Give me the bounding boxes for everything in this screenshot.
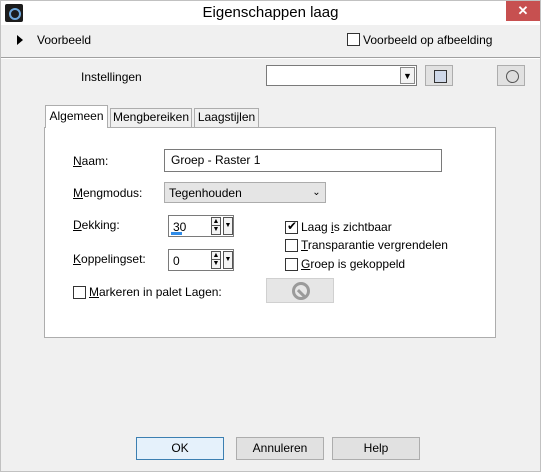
close-button[interactable]: ✕ xyxy=(506,1,540,21)
settings-dropdown[interactable]: ▼ xyxy=(266,65,417,86)
name-input[interactable]: Groep - Raster 1 xyxy=(164,149,442,172)
blend-mode-dropdown[interactable]: Tegenhouden ⌄ xyxy=(164,182,326,203)
link-set-stepper[interactable]: 0 ▲ ▼ ▼ xyxy=(168,249,234,271)
blend-mode-label: Mengmodus: xyxy=(73,186,143,200)
blend-mode-value: Tegenhouden xyxy=(169,186,242,200)
preview-on-image-label[interactable]: Voorbeeld op afbeelding xyxy=(363,33,492,47)
tab-general[interactable]: Algemeen xyxy=(45,105,108,128)
link-set-label: Koppelingset: xyxy=(73,252,146,266)
tab-layer-styles[interactable]: Laagstijlen xyxy=(194,108,259,127)
lock-transparency-checkbox[interactable] xyxy=(285,239,298,252)
expand-icon[interactable] xyxy=(17,35,23,45)
chevron-down-icon[interactable]: ▼ xyxy=(223,251,233,269)
general-panel: Naam: Groep - Raster 1 Mengmodus: Tegenh… xyxy=(44,127,496,338)
opacity-level-bar xyxy=(171,232,182,235)
group-linked-label[interactable]: Groep is gekoppeld xyxy=(301,257,405,271)
lock-transparency-label[interactable]: Transparantie vergrendelen xyxy=(301,238,448,252)
preview-label[interactable]: Voorbeeld xyxy=(37,33,91,47)
divider-highlight xyxy=(1,58,540,59)
link-set-value[interactable]: 0 xyxy=(173,254,180,268)
layer-visible-checkbox[interactable] xyxy=(285,219,298,234)
window-title: Eigenschappen laag xyxy=(202,4,339,21)
ok-button[interactable]: OK xyxy=(136,437,224,460)
preview-row: Voorbeeld Voorbeeld op afbeelding xyxy=(1,29,540,51)
preview-on-image-checkbox[interactable] xyxy=(347,33,360,46)
mark-color-swatch[interactable] xyxy=(266,278,334,303)
decrement-icon[interactable]: ▼ xyxy=(211,225,221,235)
title-bar: Eigenschappen laag ✕ xyxy=(1,1,540,25)
opacity-stepper[interactable]: 30 ▲ ▼ ▼ xyxy=(168,215,234,237)
reset-button[interactable] xyxy=(497,65,525,86)
chevron-down-icon[interactable]: ▼ xyxy=(223,217,233,235)
settings-label: Instellingen xyxy=(81,70,142,84)
chevron-down-icon[interactable]: ⌄ xyxy=(309,184,324,201)
help-button[interactable]: Help xyxy=(332,437,420,460)
decrement-icon[interactable]: ▼ xyxy=(211,259,221,269)
layer-visible-label[interactable]: Laag is zichtbaar xyxy=(301,220,392,234)
opacity-label: Dekking: xyxy=(73,218,120,232)
tab-blend-ranges[interactable]: Mengbereiken xyxy=(110,108,192,127)
mark-in-palette-checkbox[interactable] xyxy=(73,286,86,299)
cancel-button[interactable]: Annuleren xyxy=(236,437,324,460)
mark-in-palette-label[interactable]: Markeren in palet Lagen: xyxy=(89,285,222,299)
group-linked-checkbox[interactable] xyxy=(285,258,298,271)
layer-properties-dialog: Eigenschappen laag ✕ Voorbeeld Voorbeeld… xyxy=(0,0,541,472)
chevron-down-icon[interactable]: ▼ xyxy=(400,67,415,84)
name-label: Naam: xyxy=(73,154,109,168)
no-color-icon xyxy=(292,282,310,300)
save-preset-button[interactable] xyxy=(425,65,453,86)
